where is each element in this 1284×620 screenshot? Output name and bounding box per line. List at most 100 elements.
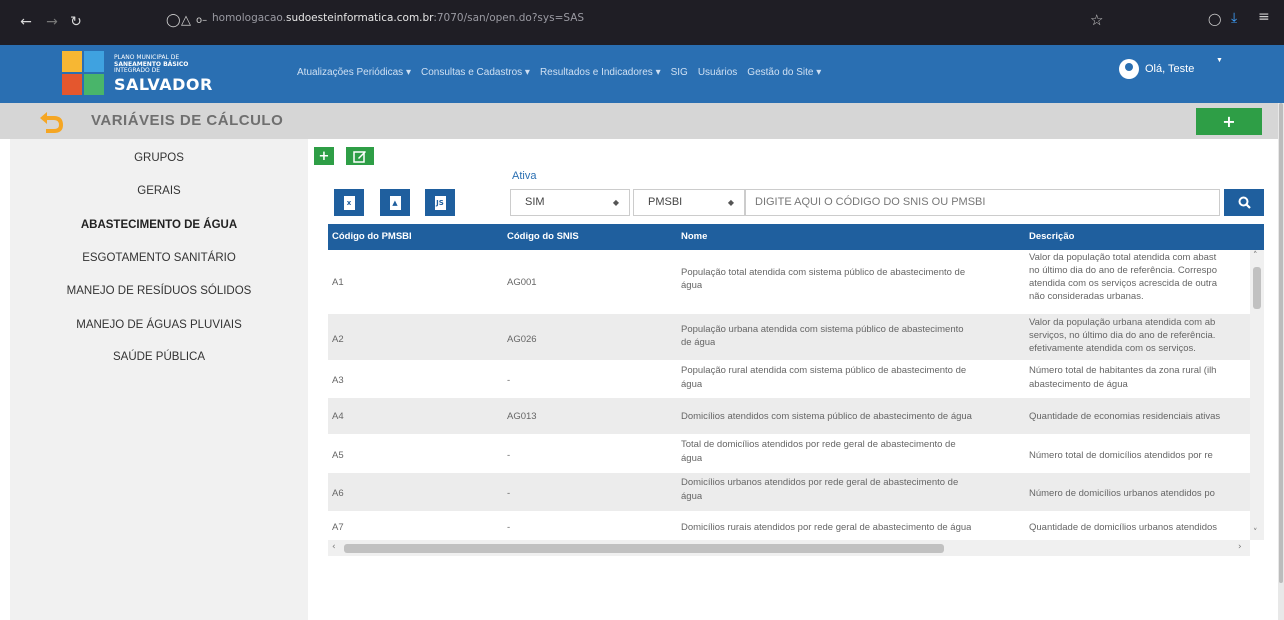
cell-snis: AG013	[507, 411, 537, 422]
menu-item-consultas[interactable]: Consultas e Cadastros ▾	[421, 67, 530, 78]
key-icon[interactable]: o–	[196, 15, 207, 26]
cell-nome: População urbana atendida com sistema pú…	[681, 324, 964, 335]
add-item-button[interactable]: +	[314, 147, 334, 165]
cell-nome: água	[681, 453, 703, 464]
scroll-up-icon[interactable]: ˄	[1253, 251, 1258, 261]
ativa-label: Ativa	[512, 170, 537, 182]
excel-icon: x	[343, 195, 355, 210]
table-row[interactable]: A7 - Domicílios rurais atendidos por red…	[328, 511, 1250, 540]
source-select[interactable]: PMSBI ◆	[633, 189, 745, 216]
table-row[interactable]: A4 AG013 Domicílios atendidos com sistem…	[328, 398, 1250, 434]
reload-icon[interactable]: ↻	[64, 10, 88, 34]
table-vertical-scrollbar[interactable]: ˄ ˅	[1250, 250, 1264, 540]
cell-nome: água	[681, 379, 703, 390]
search-input[interactable]: DIGITE AQUI O CÓDIGO DO SNIS OU PMSBI	[745, 189, 1220, 216]
user-menu[interactable]: Olá, Teste ▼	[1119, 57, 1223, 79]
pocket-icon[interactable]: ◯	[1208, 12, 1221, 26]
menu-item-usuarios[interactable]: Usuários	[698, 67, 737, 78]
caret-down-icon: ▼	[1216, 57, 1223, 64]
menu-item-gestao[interactable]: Gestão do Site ▾	[747, 67, 821, 78]
cell-descricao: Número de domicílios urbanos atendidos p…	[1029, 488, 1215, 499]
scroll-down-icon[interactable]: ˅	[1253, 528, 1258, 538]
table-row[interactable]: A6 - Domicílios urbanos atendidos por re…	[328, 473, 1250, 511]
url-suffix: :7070/san/open.do?sys=SAS	[433, 12, 585, 24]
menu-item-sig[interactable]: SIG	[671, 67, 688, 78]
logo-title: SALVADOR	[114, 75, 213, 94]
col-header-pmsbi[interactable]: Código do PMSBI	[332, 231, 412, 242]
vertical-scroll-thumb[interactable]	[1253, 267, 1261, 309]
cell-descricao: Número total de habitantes da zona rural…	[1029, 365, 1217, 376]
export-pdf-button[interactable]: ▲	[380, 189, 410, 216]
sidebar-item-residuos[interactable]: MANEJO DE RESÍDUOS SÓLIDOS	[10, 285, 308, 297]
cell-nome: Domicílios urbanos atendidos por rede ge…	[681, 477, 959, 488]
site-logo[interactable]: PLANO MUNICIPAL DE SANEAMENTO BÁSICO INT…	[62, 51, 212, 97]
table-header: Código do PMSBI Código do SNIS Nome Desc…	[328, 224, 1264, 250]
col-header-snis[interactable]: Código do SNIS	[507, 231, 579, 242]
logo-mark-icon	[62, 51, 106, 97]
select-arrows-icon: ◆	[612, 198, 619, 207]
address-bar[interactable]: homologacao.sudoesteinformatica.com.br:7…	[212, 12, 584, 24]
lock-icon[interactable]: △	[181, 13, 191, 28]
search-button[interactable]	[1224, 189, 1264, 216]
page-scrollbar-thumb[interactable]	[1279, 103, 1283, 583]
back-arrow-icon[interactable]: ←	[14, 10, 38, 34]
source-select-value: PMSBI	[648, 196, 683, 208]
main-menu: Atualizações Periódicas ▾ Consultas e Ca…	[297, 67, 821, 78]
shield-icon[interactable]: ◯	[166, 13, 181, 28]
scroll-left-icon[interactable]: ‹	[332, 542, 336, 552]
table-row[interactable]: A1 AG001 População total atendida com si…	[328, 250, 1250, 314]
ativa-select[interactable]: SIM ◆	[510, 189, 630, 216]
cell-snis: AG026	[507, 334, 537, 345]
sidebar-item-esgotamento[interactable]: ESGOTAMENTO SANITÁRIO	[10, 252, 308, 264]
menu-item-atualizacoes[interactable]: Atualizações Periódicas ▾	[297, 67, 411, 78]
export-excel-button[interactable]: x	[334, 189, 364, 216]
edit-item-button[interactable]	[346, 147, 374, 165]
back-icon[interactable]	[38, 109, 64, 133]
bookmark-star-icon[interactable]: ☆	[1090, 11, 1103, 29]
table-row[interactable]: A5 - Total de domicílios atendidos por r…	[328, 434, 1250, 473]
col-header-nome[interactable]: Nome	[681, 231, 707, 242]
cell-descricao: Quantidade de domicílios urbanos atendid…	[1029, 522, 1218, 533]
cell-pmsbi: A1	[332, 277, 344, 288]
table-row[interactable]: A3 - População rural atendida com sistem…	[328, 360, 1250, 398]
sidebar-item-saude[interactable]: SAÚDE PÚBLICA	[10, 351, 308, 363]
cell-snis: AG001	[507, 277, 537, 288]
url-host: sudoesteinformatica.com.br	[285, 12, 434, 24]
cell-snis: -	[507, 450, 511, 461]
cell-nome: Domicílios rurais atendidos por rede ger…	[681, 522, 972, 533]
cell-descricao: abastecimento de água	[1029, 379, 1128, 390]
horizontal-scroll-thumb[interactable]	[344, 544, 944, 553]
cell-nome: Domicílios atendidos com sistema público…	[681, 411, 972, 422]
data-table: Código do PMSBI Código do SNIS Nome Desc…	[328, 224, 1264, 556]
user-greeting: Olá, Teste	[1145, 63, 1195, 75]
sidebar-item-gerais[interactable]: GERAIS	[10, 185, 308, 197]
menu-hamburger-icon[interactable]: ≡	[1258, 9, 1270, 25]
sidebar-item-grupos[interactable]: GRUPOS	[10, 152, 308, 164]
url-prefix: homologacao.	[212, 12, 286, 24]
cell-pmsbi: A5	[332, 450, 344, 461]
download-icon[interactable]: ⤓	[1231, 10, 1237, 26]
page-scrollbar[interactable]	[1278, 103, 1284, 620]
logo-subtitle: PLANO MUNICIPAL DE SANEAMENTO BÁSICO INT…	[114, 54, 188, 75]
scroll-right-icon[interactable]: ›	[1238, 542, 1242, 552]
cell-pmsbi: A3	[332, 375, 344, 386]
pdf-icon: ▲	[389, 195, 401, 210]
add-button[interactable]: +	[1196, 108, 1262, 135]
cell-descricao: Quantidade de economias residenciais ati…	[1029, 411, 1221, 422]
cell-nome: População total atendida com sistema púb…	[681, 267, 966, 278]
menu-item-resultados[interactable]: Resultados e Indicadores ▾	[540, 67, 661, 78]
cell-nome: População rural atendida com sistema púb…	[681, 365, 967, 376]
cell-descricao: Valor da população urbana atendida com a…	[1029, 317, 1216, 328]
sidebar-item-aguas-pluviais[interactable]: MANEJO DE ÁGUAS PLUVIAIS	[10, 319, 308, 331]
col-header-descricao[interactable]: Descrição	[1029, 231, 1074, 242]
sidebar-item-abastecimento[interactable]: ABASTECIMENTO DE ÁGUA	[10, 219, 308, 231]
forward-arrow-icon[interactable]: →	[40, 10, 64, 34]
table-row[interactable]: A2 AG026 População urbana atendida com s…	[328, 314, 1250, 360]
cell-descricao: atendida com os serviços acrescida de ou…	[1029, 278, 1217, 289]
logo-line-3: INTEGRADO DE	[114, 67, 161, 74]
table-horizontal-scrollbar[interactable]: ‹ ›	[328, 540, 1250, 556]
cell-descricao: no último dia do ano de referência. Corr…	[1029, 265, 1218, 276]
export-json-button[interactable]: JS	[425, 189, 455, 216]
cell-descricao: Valor da população total atendida com ab…	[1029, 252, 1217, 263]
browser-toolbar: ← → ↻ ◯ △ o– homologacao.sudoesteinforma…	[0, 0, 1284, 45]
